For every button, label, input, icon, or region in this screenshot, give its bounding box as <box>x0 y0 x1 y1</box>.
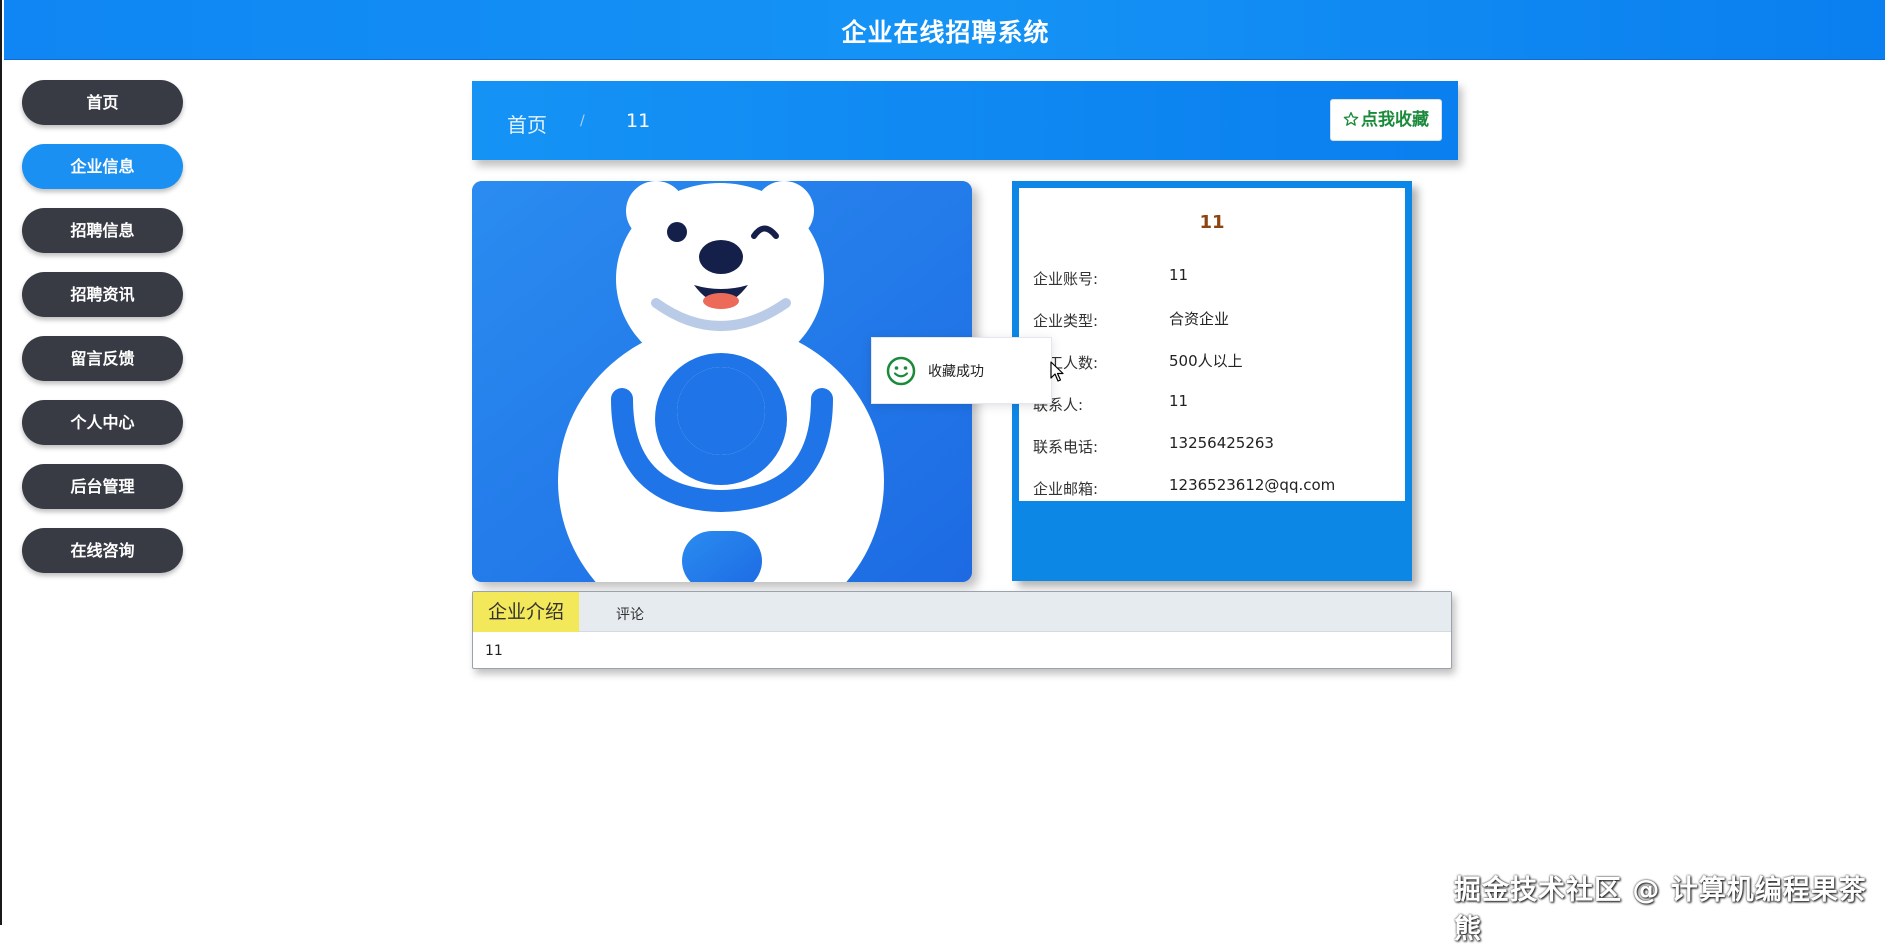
watermark: 掘金技术社区 @ 计算机编程果茶熊 <box>1454 875 1867 945</box>
info-value: 1236523612@qq.com <box>1169 476 1336 494</box>
company-name: 11 <box>1199 212 1225 233</box>
nav-item-company-info[interactable]: 企业信息 <box>22 144 183 189</box>
breadcrumb-separator: / <box>580 113 585 129</box>
info-label: 企业类型: <box>1033 312 1099 330</box>
info-row-employees: 员工人数: 500人以上 <box>1033 352 1403 374</box>
nav-item-personal-center[interactable]: 个人中心 <box>22 400 183 445</box>
tab-comments[interactable]: 评论 <box>616 604 644 624</box>
success-toast: 收藏成功 <box>871 337 1052 404</box>
info-row-contact: 联系人: 11 <box>1033 392 1403 416</box>
info-value: 11 <box>1169 392 1189 410</box>
smile-icon <box>886 356 916 386</box>
breadcrumb-home[interactable]: 首页 <box>507 109 547 138</box>
favorite-button-label: 点我收藏 <box>1361 110 1429 130</box>
toast-message: 收藏成功 <box>928 364 984 380</box>
star-outline-icon <box>1343 112 1359 126</box>
breadcrumb-bar: 首页 / 11 点我收藏 <box>472 81 1458 160</box>
nav-item-online-consult[interactable]: 在线咨询 <box>22 528 183 573</box>
app-frame: 企业在线招聘系统 首页 企业信息 招聘信息 招聘资讯 留言反馈 个人中心 后台管… <box>0 0 1885 945</box>
top-header: 企业在线招聘系统 <box>4 0 1885 60</box>
info-label: 企业邮箱: <box>1033 480 1099 498</box>
info-label: 联系电话: <box>1033 438 1099 456</box>
company-info-card: 11 企业账号: 11 企业类型: 合资企业 员工人数: 500人以上 联系人:… <box>1012 181 1412 581</box>
info-label: 企业账号: <box>1033 270 1099 288</box>
nav-item-job-info[interactable]: 招聘信息 <box>22 208 183 253</box>
sidebar-nav: 首页 企业信息 招聘信息 招聘资讯 留言反馈 个人中心 后台管理 在线咨询 <box>22 80 183 592</box>
favorite-button[interactable]: 点我收藏 <box>1330 99 1442 141</box>
nav-item-feedback[interactable]: 留言反馈 <box>22 336 183 381</box>
detail-tabs: 企业介绍 评论 11 <box>472 591 1452 669</box>
info-row-account: 企业账号: 11 <box>1033 266 1403 290</box>
mouse-pointer-icon <box>1050 361 1064 382</box>
tab-company-intro[interactable]: 企业介绍 <box>473 592 579 632</box>
info-row-email: 企业邮箱: 1236523612@qq.com <box>1033 476 1403 500</box>
company-info-panel: 11 企业账号: 11 企业类型: 合资企业 员工人数: 500人以上 联系人:… <box>1019 188 1405 501</box>
info-row-phone: 联系电话: 13256425263 <box>1033 434 1403 458</box>
breadcrumb-current: 11 <box>626 110 651 132</box>
system-title: 企业在线招聘系统 <box>841 18 1050 47</box>
info-value: 13256425263 <box>1169 434 1274 452</box>
nav-item-job-news[interactable]: 招聘资讯 <box>22 272 183 317</box>
info-value: 500人以上 <box>1169 352 1243 370</box>
tab-content: 11 <box>485 643 503 659</box>
info-row-type: 企业类型: 合资企业 <box>1033 310 1403 332</box>
nav-item-admin[interactable]: 后台管理 <box>22 464 183 509</box>
nav-item-home[interactable]: 首页 <box>22 80 183 125</box>
info-value: 11 <box>1169 266 1189 284</box>
tab-bar: 企业介绍 评论 <box>473 592 1451 632</box>
info-value: 合资企业 <box>1169 310 1230 328</box>
